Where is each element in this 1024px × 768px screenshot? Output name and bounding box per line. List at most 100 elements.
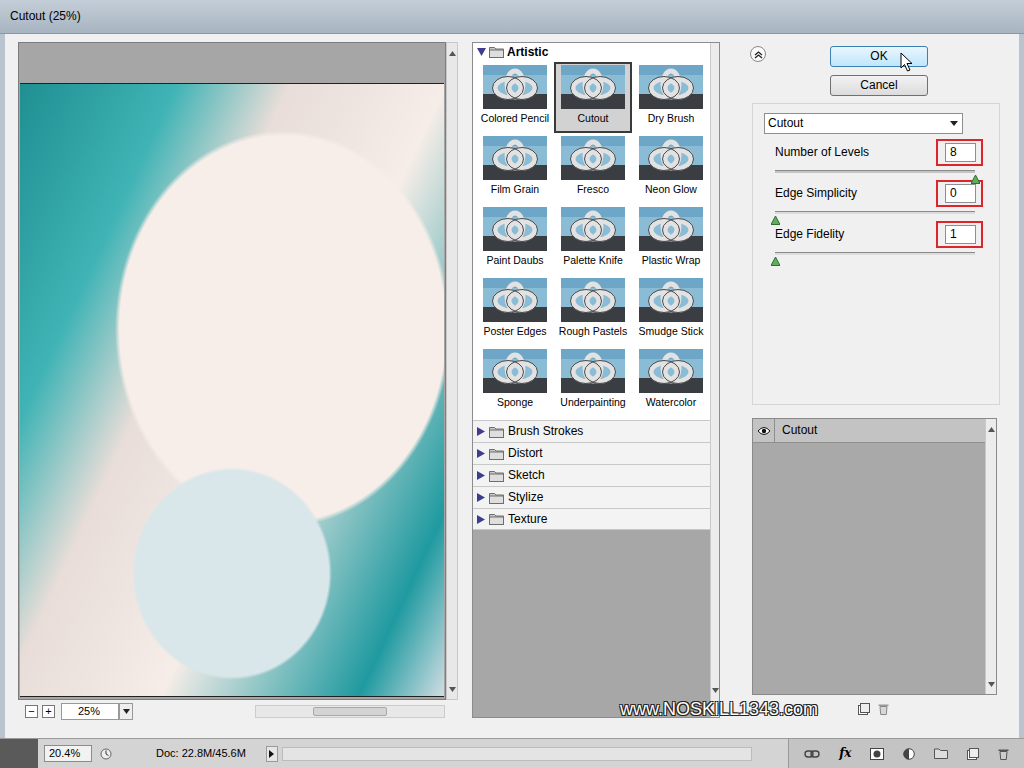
filter-thumbnail[interactable]: Fresco xyxy=(554,133,632,204)
scroll-down-icon[interactable] xyxy=(449,682,456,696)
preview-horizontal-scrollbar[interactable] xyxy=(255,705,445,718)
setting-value-field[interactable]: 0 xyxy=(945,184,976,203)
filter-label: Film Grain xyxy=(491,183,539,196)
expand-triangle-icon[interactable] xyxy=(477,427,485,436)
filter-category[interactable]: Sketch xyxy=(473,464,710,486)
link-chain-icon[interactable] xyxy=(804,749,820,759)
layers-scrollbar[interactable] xyxy=(985,419,996,694)
filter-list-scrollbar[interactable] xyxy=(710,43,719,717)
filter-category[interactable]: Distort xyxy=(473,442,710,464)
setting-slider-track[interactable] xyxy=(775,211,975,214)
filter-thumbnail[interactable]: Neon Glow xyxy=(632,133,710,204)
filter-label: Poster Edges xyxy=(483,325,546,338)
settings-column: OK Cancel Cutout Number of Levels8Edge Simp… xyxy=(744,42,1002,715)
slider-thumb-icon[interactable] xyxy=(971,172,980,181)
filter-preview-icon xyxy=(639,278,703,322)
filter-category[interactable]: Stylize xyxy=(473,486,710,508)
scroll-up-icon[interactable] xyxy=(449,46,456,60)
layer-mask-icon[interactable] xyxy=(870,748,884,760)
setting-slider-track[interactable] xyxy=(775,252,975,255)
filter-thumbnail[interactable]: Underpainting xyxy=(554,346,632,417)
category-header[interactable]: Artistic xyxy=(473,43,710,61)
filter-thumbnail[interactable]: Poster Edges xyxy=(476,275,554,346)
filter-thumbnail[interactable]: Plastic Wrap xyxy=(632,204,710,275)
filter-preview-icon xyxy=(483,278,547,322)
setting-row: Number of Levels8 xyxy=(775,139,983,180)
status-scroll-track[interactable] xyxy=(282,747,752,761)
scroll-thumb[interactable] xyxy=(313,707,387,716)
filter-thumbnail[interactable]: Cutout xyxy=(554,62,632,133)
filter-preview-icon xyxy=(561,349,625,393)
filter-thumbnail[interactable]: Dry Brush xyxy=(632,62,710,133)
new-layer-icon[interactable] xyxy=(967,748,979,760)
filter-list: ArtisticColored Pencil Cutout Dry Brush Fil… xyxy=(473,43,710,717)
window-title: Cutout (25%) xyxy=(10,9,81,23)
scroll-down-icon[interactable] xyxy=(988,677,995,691)
category-name: Brush Strokes xyxy=(508,424,583,438)
dropdown-arrow-icon[interactable] xyxy=(950,121,958,126)
expand-triangle-icon[interactable] xyxy=(477,493,485,502)
preview-column: −+25% xyxy=(18,42,458,720)
setting-value-field[interactable]: 8 xyxy=(945,143,976,162)
setting-value-field[interactable]: 1 xyxy=(945,225,976,244)
effect-layer-name: Cutout xyxy=(775,423,817,437)
new-effect-layer-icon[interactable] xyxy=(858,703,870,715)
filter-label: Cutout xyxy=(578,112,609,125)
effect-layers-panel: Cutout xyxy=(752,418,997,695)
zoom-out-button[interactable]: − xyxy=(25,705,38,718)
filter-label: Sponge xyxy=(497,396,533,409)
filter-preview-icon xyxy=(639,349,703,393)
delete-trash-icon[interactable] xyxy=(878,703,889,715)
setting-header: Edge Simplicity0 xyxy=(775,180,983,207)
expand-triangle-icon[interactable] xyxy=(477,48,486,56)
filter-preview-icon xyxy=(639,136,703,180)
filter-category[interactable]: Texture xyxy=(473,508,710,530)
adjustment-layer-icon[interactable] xyxy=(903,748,915,760)
filter-thumbnail[interactable]: Smudge Stick xyxy=(632,275,710,346)
setting-slider-track[interactable] xyxy=(775,170,975,173)
filter-thumbnail[interactable]: Film Grain xyxy=(476,133,554,204)
layer-style-button[interactable]: fx xyxy=(839,746,851,760)
filter-thumbnails: Colored Pencil Cutout Dry Brush Film Grain F… xyxy=(473,61,710,420)
expand-triangle-icon[interactable] xyxy=(477,449,485,458)
setting-row: Edge Simplicity0 xyxy=(775,180,983,221)
delete-trash-icon[interactable] xyxy=(998,748,1009,760)
folder-icon xyxy=(489,470,504,482)
slider-thumb-icon[interactable] xyxy=(771,254,780,263)
zoom-in-button[interactable]: + xyxy=(42,705,55,718)
scroll-up-icon[interactable] xyxy=(988,422,995,436)
status-menu-arrow-icon[interactable] xyxy=(266,746,278,762)
filter-preview-icon xyxy=(483,65,547,109)
collapse-chevron-icon[interactable] xyxy=(750,46,766,62)
filter-thumbnail[interactable]: Sponge xyxy=(476,346,554,417)
expand-triangle-icon[interactable] xyxy=(477,471,485,480)
cancel-button[interactable]: Cancel xyxy=(830,75,928,96)
filter-thumbnail[interactable]: Paint Daubs xyxy=(476,204,554,275)
filter-thumbnail[interactable]: Rough Pastels xyxy=(554,275,632,346)
filter-thumbnail[interactable]: Palette Knife xyxy=(554,204,632,275)
filter-thumbnail[interactable]: Colored Pencil xyxy=(476,62,554,133)
filter-preview-icon xyxy=(483,136,547,180)
group-folder-icon[interactable] xyxy=(934,748,948,759)
filter-select[interactable]: Cutout xyxy=(764,113,963,134)
ok-button[interactable]: OK xyxy=(830,46,928,67)
filter-preview-icon xyxy=(483,207,547,251)
scroll-down-icon[interactable] xyxy=(712,683,719,697)
layers-panel-tools: fx xyxy=(788,739,1024,768)
zoom-dropdown-icon[interactable] xyxy=(119,703,133,720)
effect-layer-row[interactable]: Cutout xyxy=(753,419,985,443)
filter-thumbnail[interactable]: Watercolor xyxy=(632,346,710,417)
dialog-buttons: OK Cancel xyxy=(830,46,928,103)
filter-category[interactable]: Brush Strokes xyxy=(473,420,710,442)
slider-thumb-icon[interactable] xyxy=(771,213,780,222)
document-info-icon[interactable] xyxy=(100,748,112,760)
preview-vertical-scrollbar[interactable] xyxy=(446,42,458,700)
visibility-eye-icon[interactable] xyxy=(753,419,775,442)
zoom-field[interactable]: 25% xyxy=(61,703,119,720)
filter-label: Smudge Stick xyxy=(639,325,704,338)
folder-icon xyxy=(489,448,504,460)
setting-header: Edge Fidelity1 xyxy=(775,221,983,248)
document-zoom-field[interactable]: 20.4% xyxy=(44,745,92,762)
expand-triangle-icon[interactable] xyxy=(477,515,485,524)
filter-preview-icon xyxy=(561,136,625,180)
